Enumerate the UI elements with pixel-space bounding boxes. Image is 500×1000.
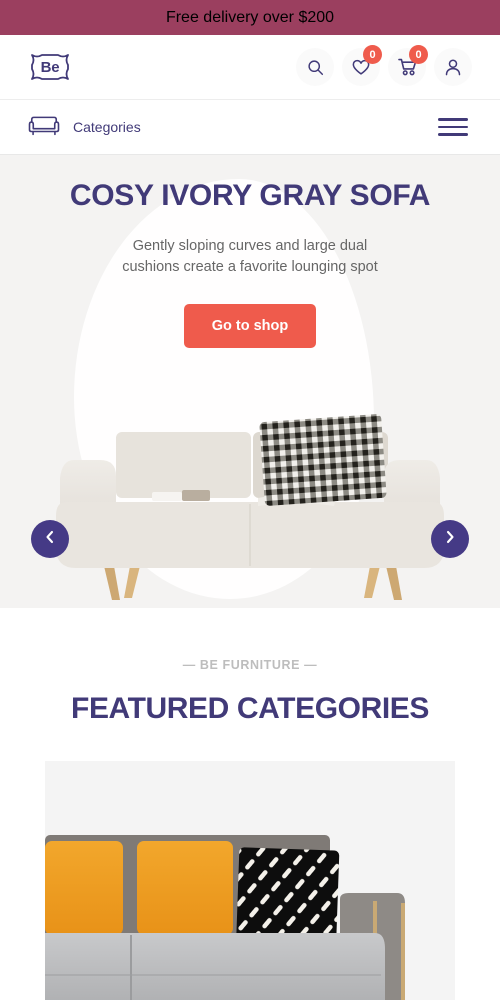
featured-categories-section: — BE FURNITURE — FEATURED CATEGORIES: [0, 608, 500, 1000]
carousel-prev-button[interactable]: [31, 520, 69, 558]
carousel-next-button[interactable]: [431, 520, 469, 558]
announcement-banner: Free delivery over $200: [0, 0, 500, 35]
categories-label: Categories: [73, 119, 141, 135]
site-header: Be 0 0: [0, 35, 500, 100]
hamburger-line: [438, 118, 468, 121]
search-icon-button[interactable]: [296, 48, 334, 86]
hero-content: COSY IVORY GRAY SOFA Gently sloping curv…: [0, 155, 500, 349]
hero-subtitle: Gently sloping curves and large dual cus…: [122, 238, 378, 276]
wishlist-count-badge: 0: [363, 45, 382, 64]
hero-title: COSY IVORY GRAY SOFA: [69, 179, 431, 212]
pillow-logo-icon: Be: [28, 51, 72, 83]
header-icon-group: 0 0: [296, 45, 472, 86]
featured-title: FEATURED CATEGORIES: [71, 692, 429, 725]
hamburger-menu-icon[interactable]: [434, 114, 472, 140]
account-icon-button[interactable]: [434, 48, 472, 86]
categories-nav-bar: Categories: [0, 100, 500, 155]
cart-icon-button[interactable]: 0: [388, 45, 428, 86]
cart-count-badge: 0: [409, 45, 428, 64]
hamburger-line: [438, 125, 468, 129]
logo-text: Be: [40, 58, 60, 76]
chevron-right-icon: [445, 530, 455, 549]
wishlist-icon-button[interactable]: 0: [342, 45, 382, 86]
user-icon: [444, 58, 462, 76]
hero-carousel: COSY IVORY GRAY SOFA Gently sloping curv…: [0, 155, 500, 608]
site-logo[interactable]: Be: [28, 51, 72, 83]
hero-product-image: [0, 398, 500, 608]
category-card[interactable]: [45, 761, 455, 1000]
featured-eyebrow: — BE FURNITURE —: [182, 658, 318, 672]
go-to-shop-button[interactable]: Go to shop: [183, 304, 317, 349]
sofa-icon: [28, 114, 60, 141]
hamburger-line: [438, 133, 468, 136]
chevron-left-icon: [45, 530, 55, 549]
announcement-text: Free delivery over $200: [165, 8, 335, 26]
categories-button[interactable]: Categories: [28, 114, 141, 141]
category-card-image: [45, 761, 455, 1000]
search-icon: [307, 59, 324, 76]
